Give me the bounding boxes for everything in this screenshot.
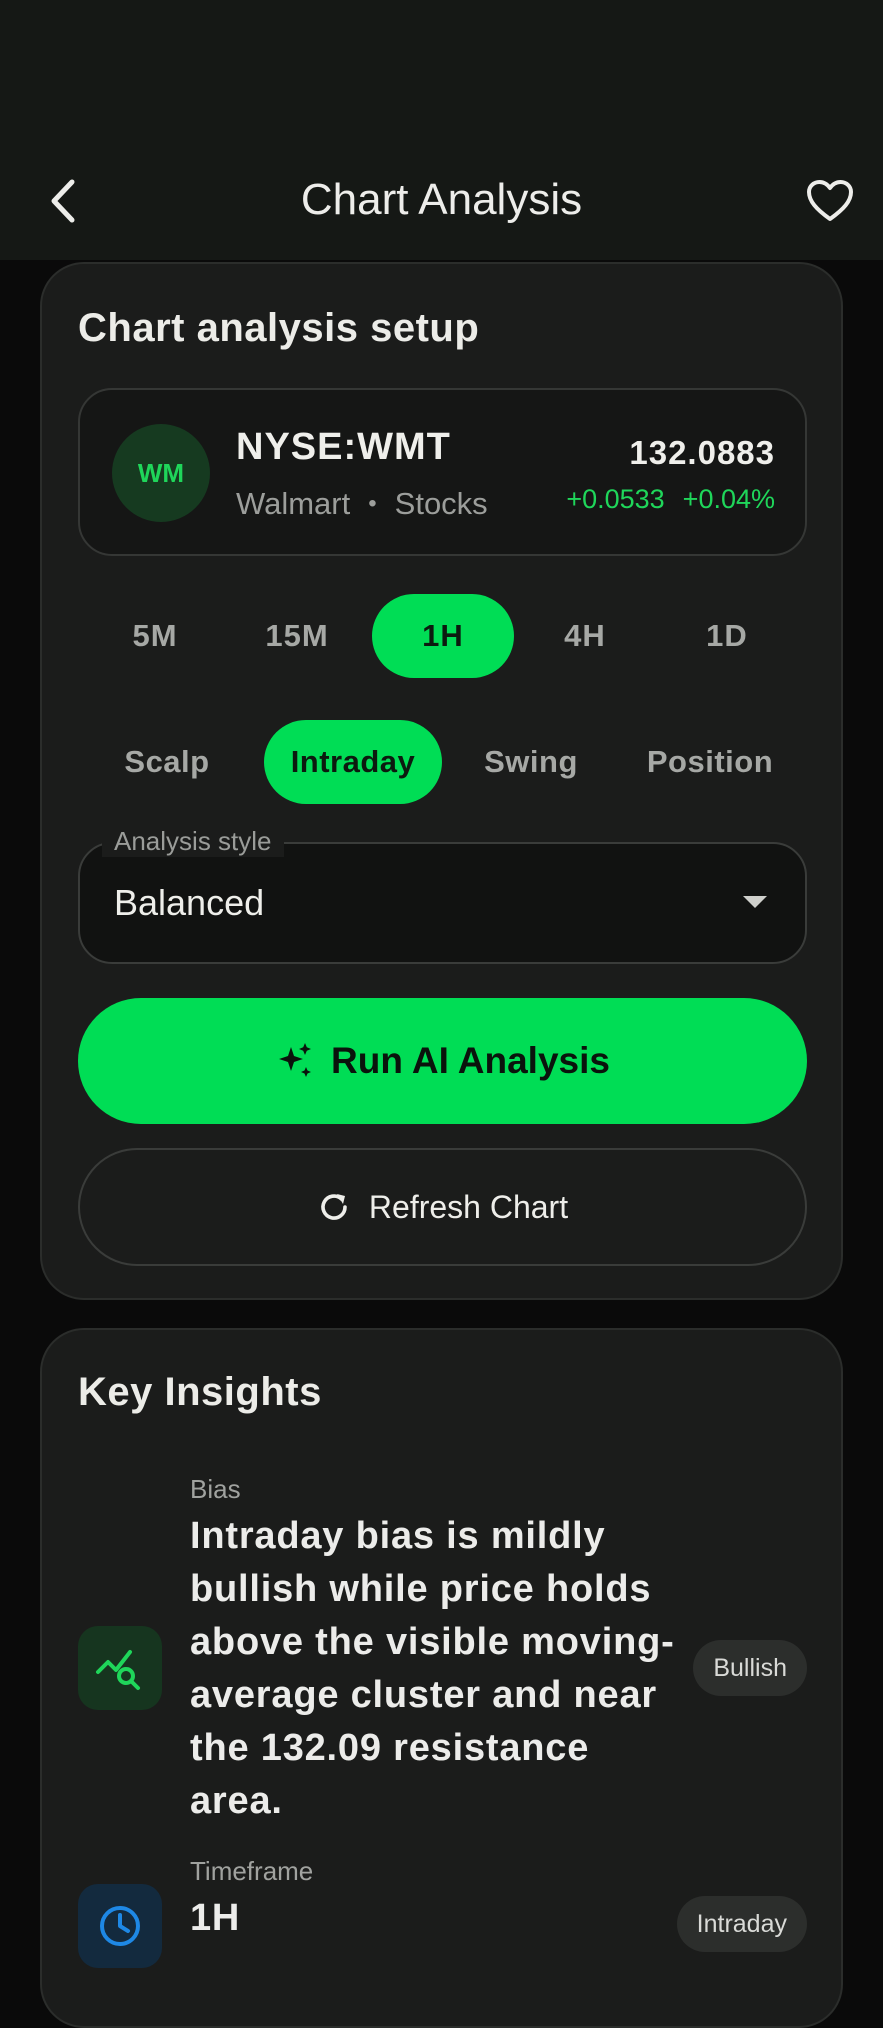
- run-ai-analysis-button[interactable]: Run AI Analysis: [78, 998, 807, 1124]
- trade-style-selector: Scalp Intraday Swing Position: [78, 720, 807, 804]
- chart-search-icon: [78, 1626, 162, 1710]
- insight-label-bias: Bias: [190, 1474, 241, 1504]
- symbol-price: 132.0883: [629, 434, 775, 471]
- refresh-chart-button[interactable]: Refresh Chart: [78, 1148, 807, 1266]
- timeframe-1h[interactable]: 1H: [372, 594, 514, 678]
- analysis-style-value: Balanced: [114, 882, 265, 923]
- symbol-change-absolute: +0.0533: [566, 484, 665, 514]
- trade-style-intraday[interactable]: Intraday: [264, 720, 442, 804]
- insight-badge-timeframe: Intraday: [676, 1896, 807, 1952]
- symbol-avatar: WM: [112, 424, 210, 522]
- trade-style-scalp[interactable]: Scalp: [94, 720, 240, 804]
- symbol-separator: •: [368, 490, 377, 517]
- refresh-chart-label: Refresh Chart: [368, 1188, 569, 1225]
- run-ai-analysis-label: Run AI Analysis: [331, 1040, 610, 1081]
- symbol-change: +0.0533 +0.04%: [566, 484, 775, 515]
- insight-text-timeframe: 1H: [190, 1897, 241, 1939]
- symbol-change-percent: +0.04%: [682, 484, 775, 514]
- symbol-ticker: NYSE:WMT: [236, 426, 451, 468]
- insight-badge-bias: Bullish: [693, 1640, 807, 1696]
- refresh-icon: [321, 1194, 347, 1220]
- timeframe-selector: 5M 15M 1H 4H 1D: [78, 594, 807, 678]
- key-insights-card: Key Insights Bias Intraday bias is mildl…: [40, 1328, 843, 2028]
- timeframe-4h[interactable]: 4H: [514, 594, 656, 678]
- sparkle-icon: [279, 1043, 312, 1077]
- timeframe-5m[interactable]: 5M: [84, 594, 226, 678]
- app-bar: Chart Analysis: [0, 160, 883, 260]
- analysis-style-select[interactable]: Analysis style Balanced: [78, 826, 807, 964]
- analysis-style-label: Analysis style: [102, 826, 284, 857]
- page-title: Chart Analysis: [300, 175, 583, 224]
- symbol-subtitle: Walmart • Stocks: [236, 486, 488, 522]
- timeframe-1d[interactable]: 1D: [656, 594, 798, 678]
- trade-style-swing[interactable]: Swing: [462, 720, 600, 804]
- insight-item-timeframe: Timeframe 1H Intraday: [78, 1856, 807, 2026]
- trade-style-position[interactable]: Position: [620, 720, 800, 804]
- caret-down-icon: [743, 896, 767, 908]
- insight-text-bias: Intraday bias is mildly bullish while pr…: [190, 1515, 675, 1822]
- insight-item-bias: Bias Intraday bias is mildly bullish whi…: [78, 1472, 807, 1850]
- favorite-button[interactable]: [803, 174, 857, 228]
- analysis-setup-card: Chart analysis setup WM NYSE:WMT Walmart…: [40, 262, 843, 1300]
- timeframe-15m[interactable]: 15M: [226, 594, 368, 678]
- clock-icon: [78, 1884, 162, 1968]
- heart-icon: [807, 180, 853, 221]
- symbol-company-name: Walmart: [236, 486, 351, 521]
- setup-card-title: Chart analysis setup: [78, 306, 480, 350]
- insights-card-title: Key Insights: [78, 1370, 322, 1414]
- symbol-asset-type: Stocks: [394, 486, 488, 521]
- status-bar-area: [0, 0, 883, 160]
- insight-label-timeframe: Timeframe: [190, 1856, 314, 1886]
- symbol-selector[interactable]: WM NYSE:WMT Walmart • Stocks 132.0883 +0…: [78, 388, 807, 556]
